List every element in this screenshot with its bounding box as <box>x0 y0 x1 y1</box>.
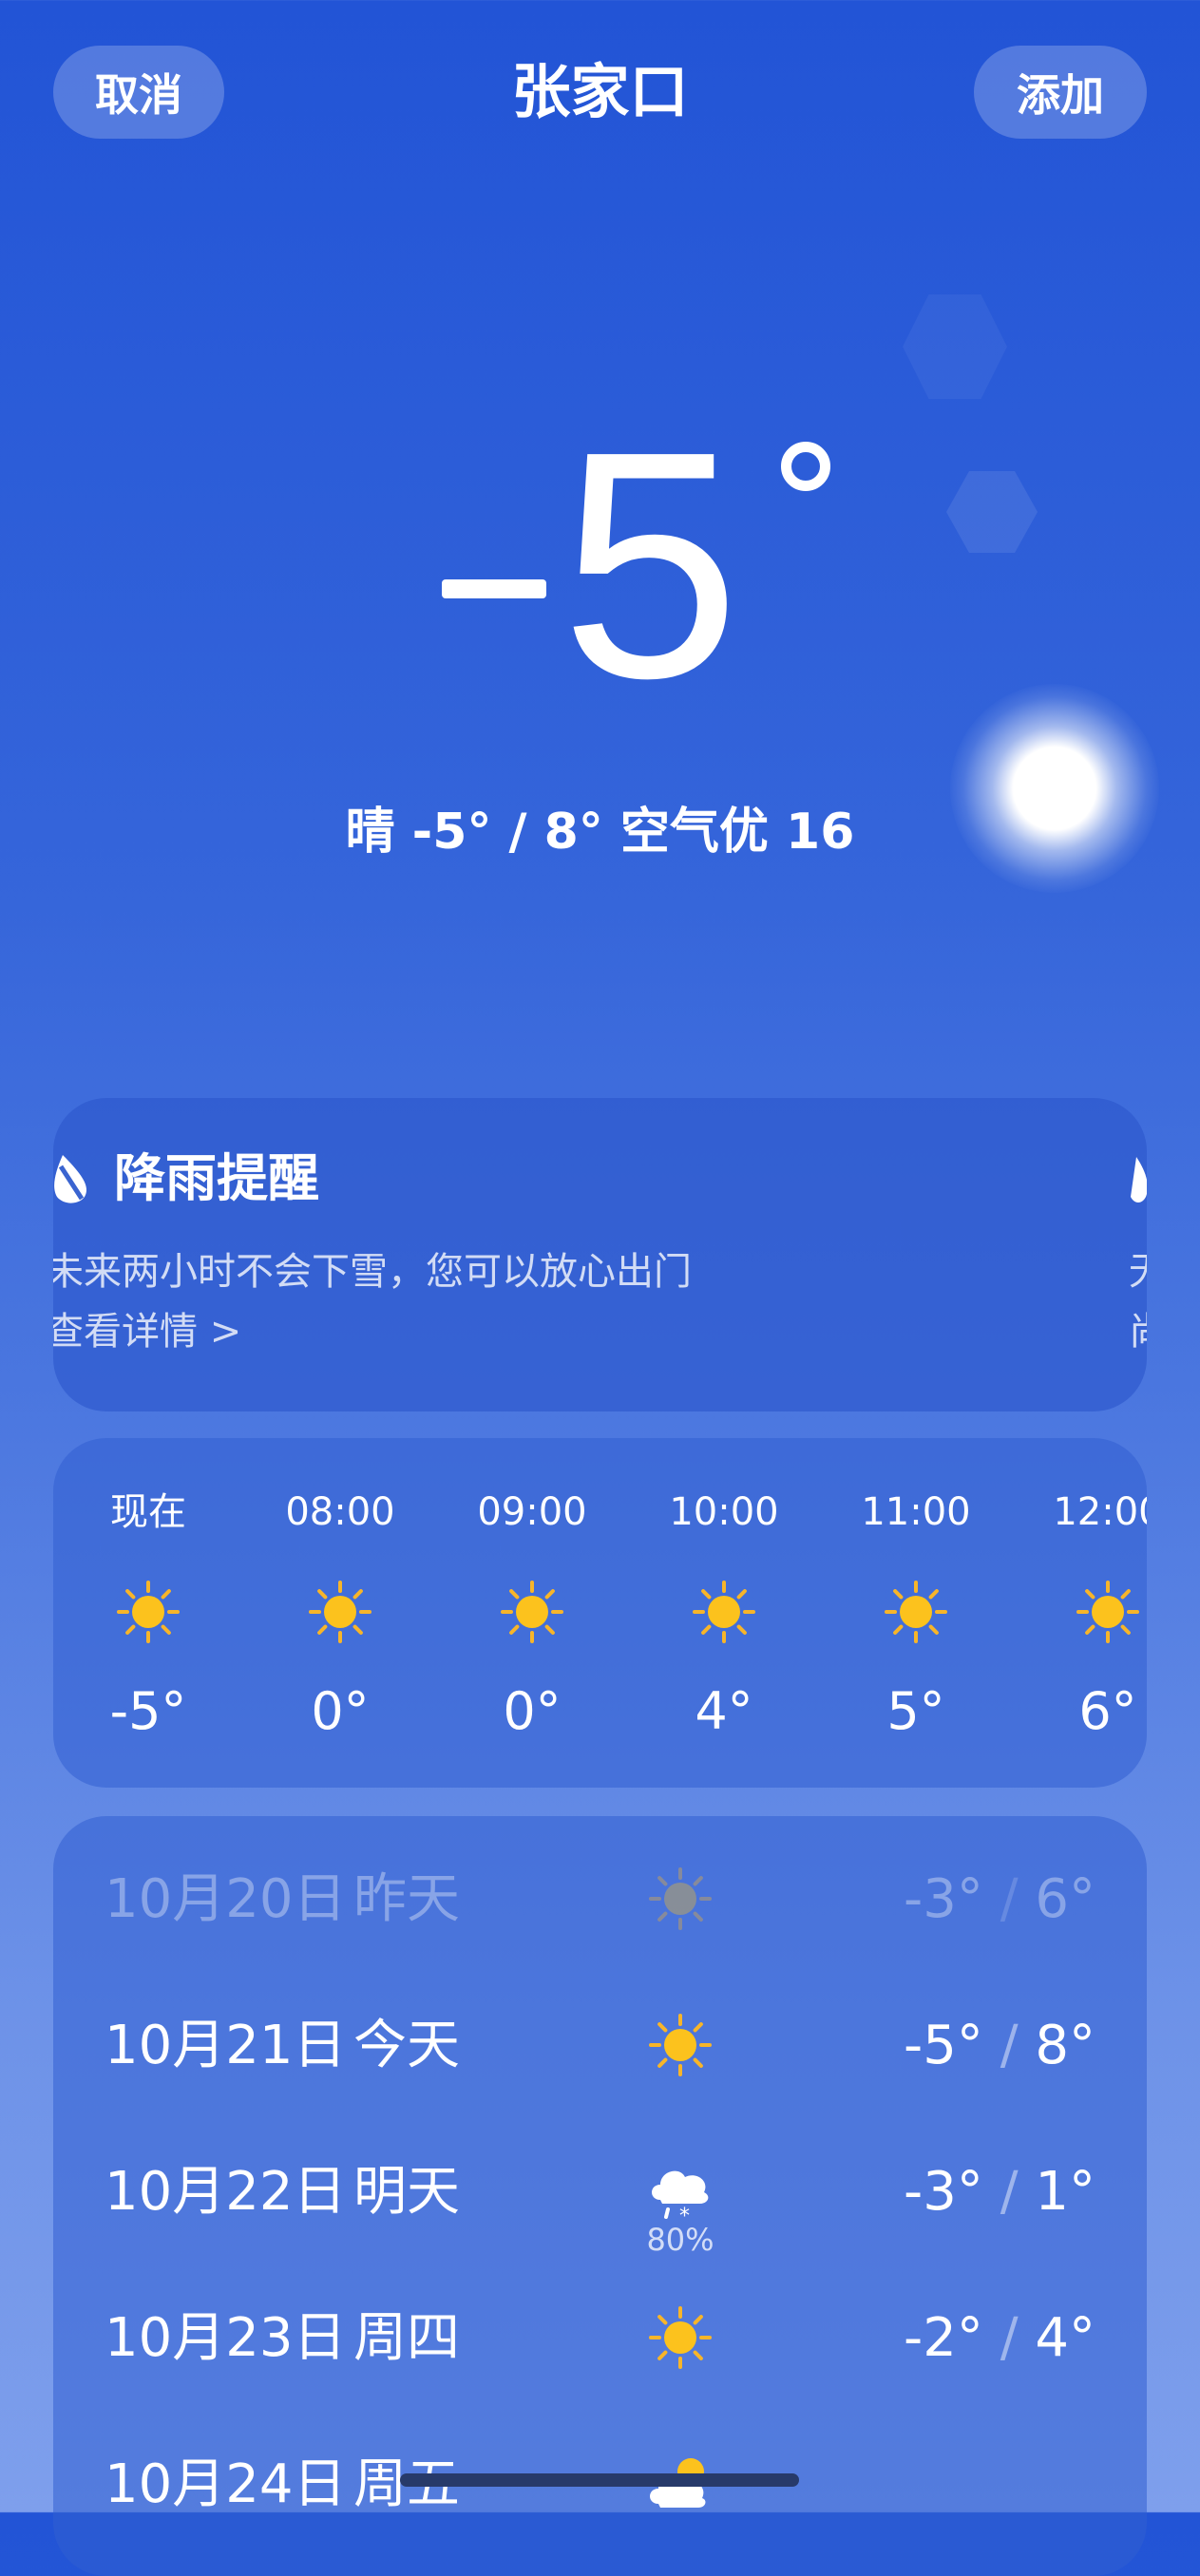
daily-forecast-row[interactable]: 10月22日 明天 * 80% -3° / 1° <box>53 2131 1147 2258</box>
sun-icon <box>647 1866 714 1932</box>
weather-summary: 晴 -5° / 8° 空气优 16 <box>345 804 855 861</box>
degree-symbol <box>781 442 830 491</box>
day-date: 10月21日 <box>105 2015 347 2076</box>
hour-temperature: 5° <box>886 1681 945 1741</box>
high-temperature: 4° <box>1035 2307 1095 2369</box>
sun-icon <box>499 1579 565 1645</box>
hour-temperature: 0° <box>311 1681 370 1741</box>
hour-temperature: 0° <box>503 1681 562 1741</box>
next-card-peek-text: 尚 <box>1129 1305 1147 1358</box>
low-temperature: -3° <box>904 2161 983 2223</box>
day-date: 10月24日 <box>105 2453 347 2515</box>
daily-forecast-row[interactable]: 10月21日 今天 -5° / 8° <box>53 1985 1147 2099</box>
sun-icon <box>883 1579 949 1645</box>
hour-label: 08:00 <box>285 1490 395 1534</box>
day-date: 10月22日 <box>105 2161 347 2223</box>
daily-forecast-row[interactable]: 10月20日 昨天 -3° / 6° <box>53 1839 1147 1953</box>
range-separator: / <box>982 2015 1036 2076</box>
low-temperature: -3° <box>904 1868 983 1930</box>
hourly-item: 现在 -5° <box>53 1438 243 1788</box>
hourly-forecast-card[interactable]: 现在 -5° 08:00 0° 09:00 0° 10:00 4° 11:00 … <box>53 1438 1147 1788</box>
precipitation-chance: 80% <box>646 2222 714 2258</box>
snow-cloud-icon: * <box>647 2158 714 2228</box>
hour-label: 12:00 <box>1053 1490 1147 1534</box>
hour-label: 10:00 <box>669 1490 779 1534</box>
hourly-item: 09:00 0° <box>437 1438 627 1788</box>
range-separator: / <box>982 2161 1036 2223</box>
sun-icon <box>647 2012 714 2078</box>
rain-alert-card[interactable]: 降雨提醒 未来两小时不会下雪，您可以放心出门 查看详情 > 无 尚 <box>53 1098 1147 1411</box>
day-name: 周四 <box>353 2307 460 2369</box>
day-name: 今天 <box>353 2015 460 2076</box>
temperature-range: -2° / 4° <box>904 2302 1095 2375</box>
day-date: 10月23日 <box>105 2307 347 2369</box>
home-indicator[interactable] <box>400 2473 799 2487</box>
sun-icon <box>691 1579 757 1645</box>
background-hexagon <box>903 294 1007 399</box>
hour-label: 09:00 <box>477 1490 587 1534</box>
rain-alert-title: 降雨提醒 <box>114 1148 319 1208</box>
range-separator: / <box>982 2307 1036 2369</box>
day-name: 昨天 <box>353 1868 460 1930</box>
temperature-range: -3° / 1° <box>904 2156 1095 2228</box>
sun-icon <box>307 1579 373 1645</box>
day-date: 10月20日 <box>105 1868 347 1930</box>
temperature-value: 5 <box>561 385 741 746</box>
view-details-link[interactable]: 查看详情 > <box>53 1305 241 1358</box>
sun-icon <box>115 1579 181 1645</box>
high-temperature: 6° <box>1035 1868 1095 1930</box>
raindrop-icon <box>54 1155 86 1203</box>
hour-label: 现在 <box>110 1490 186 1534</box>
hourly-item: 12:00 6° <box>1013 1438 1147 1788</box>
temperature-range: -3° / 6° <box>904 1864 1095 1936</box>
minus-sign <box>442 579 546 598</box>
day-name: 明天 <box>353 2161 460 2223</box>
hour-label: 11:00 <box>861 1490 971 1534</box>
low-temperature: -5° <box>904 2015 983 2076</box>
hourly-item: 11:00 5° <box>821 1438 1011 1788</box>
raindrop-icon <box>1131 1157 1147 1203</box>
current-temperature: 5 <box>0 385 1200 746</box>
hourly-item: 08:00 0° <box>245 1438 435 1788</box>
daily-forecast-row[interactable]: 10月23日 周四 -2° / 4° <box>53 2278 1147 2392</box>
next-card-peek-text: 无 <box>1129 1245 1147 1298</box>
hour-temperature: 6° <box>1078 1681 1137 1741</box>
daily-forecast-card[interactable]: 10月20日 昨天 -3° / 6° 10月21日 今天 -5° / 8° 10… <box>53 1816 1147 2576</box>
high-temperature: 1° <box>1035 2161 1095 2223</box>
sun-icon <box>647 2304 714 2371</box>
hour-temperature: 4° <box>695 1681 753 1741</box>
low-temperature: -2° <box>904 2307 983 2369</box>
rain-alert-description: 未来两小时不会下雪，您可以放心出门 <box>53 1250 692 1294</box>
high-temperature: 8° <box>1035 2015 1095 2076</box>
hourly-item: 10:00 4° <box>629 1438 819 1788</box>
hour-temperature: -5° <box>109 1681 187 1741</box>
sun-icon <box>1075 1579 1141 1645</box>
temperature-range: -5° / 8° <box>904 2010 1095 2082</box>
range-separator: / <box>982 1868 1036 1930</box>
add-button[interactable]: 添加 <box>974 46 1147 139</box>
